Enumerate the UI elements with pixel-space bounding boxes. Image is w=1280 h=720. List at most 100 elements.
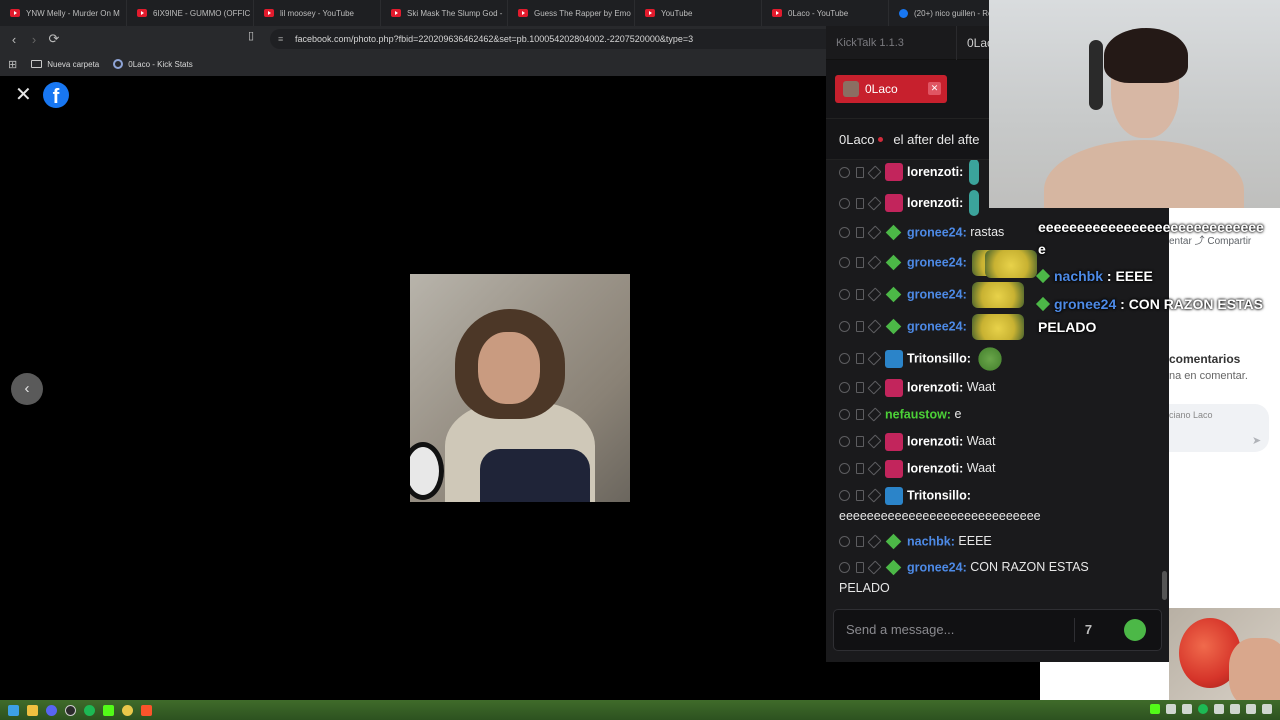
browser-tab[interactable]: YouTube xyxy=(635,0,762,26)
mod-actions[interactable] xyxy=(839,287,882,302)
previous-photo-button[interactable]: ‹ xyxy=(11,373,43,405)
url-field[interactable]: ≡ facebook.com/photo.php?fbid=22020963646… xyxy=(270,29,826,49)
bookmark-kick-stats[interactable]: 0Laco - Kick Stats xyxy=(113,59,193,69)
chat-username[interactable]: nefaustow: xyxy=(885,408,951,422)
channel-chip[interactable]: 0Laco ✕ xyxy=(835,75,947,103)
browser-tab[interactable]: Ski Mask The Slump God - xyxy=(381,0,508,26)
chat-scrollbar[interactable] xyxy=(1162,571,1167,600)
close-icon[interactable]: ✕ xyxy=(15,85,32,105)
close-icon[interactable]: ✕ xyxy=(928,82,941,95)
ban-icon[interactable] xyxy=(839,321,850,333)
kick-icon[interactable] xyxy=(103,704,114,716)
timeout-icon[interactable] xyxy=(867,407,882,422)
browser-tab[interactable]: lil moosey - YouTube xyxy=(254,0,381,26)
ban-icon[interactable] xyxy=(839,536,850,548)
kick-tray-icon[interactable] xyxy=(1150,704,1160,714)
chat-username[interactable]: Tritonsillo: xyxy=(907,352,971,366)
delete-icon[interactable] xyxy=(856,382,864,394)
timeout-icon[interactable] xyxy=(867,560,882,575)
microphone-icon[interactable] xyxy=(1214,704,1224,714)
ban-icon[interactable] xyxy=(839,289,850,301)
chat-username[interactable]: lorenzoti: xyxy=(907,435,963,449)
timeout-icon[interactable] xyxy=(867,488,882,503)
emote-picker-icon[interactable] xyxy=(1124,619,1146,641)
mod-actions[interactable] xyxy=(839,255,882,270)
chat-username[interactable]: gronee24: xyxy=(907,561,967,575)
file-explorer-icon[interactable] xyxy=(27,704,38,716)
ban-icon[interactable] xyxy=(839,353,850,365)
chat-username[interactable]: lorenzoti: xyxy=(907,381,963,395)
ban-icon[interactable] xyxy=(839,490,850,502)
channel-tab[interactable]: 0Lac xyxy=(956,26,993,60)
channel-name[interactable]: 0Laco xyxy=(839,132,884,147)
bookmark-icon[interactable]: ▯ xyxy=(248,29,254,42)
timeout-icon[interactable] xyxy=(867,287,882,302)
delete-icon[interactable] xyxy=(856,321,864,333)
spotify-icon[interactable] xyxy=(84,704,95,716)
apps-icon[interactable]: ⊞ xyxy=(8,58,17,71)
mod-actions[interactable] xyxy=(839,488,882,503)
timeout-icon[interactable] xyxy=(867,380,882,395)
timeout-icon[interactable] xyxy=(867,351,882,366)
timeout-icon[interactable] xyxy=(867,225,882,240)
timeout-icon[interactable] xyxy=(867,461,882,476)
delete-icon[interactable] xyxy=(856,490,864,502)
chat-username[interactable]: gronee24: xyxy=(907,256,967,270)
delete-icon[interactable] xyxy=(856,289,864,301)
browser-tab[interactable]: 6IX9INE - GUMMO (OFFIC xyxy=(127,0,254,26)
timeout-icon[interactable] xyxy=(867,319,882,334)
chat-username[interactable]: nachbk: xyxy=(907,535,955,549)
ban-icon[interactable] xyxy=(839,257,850,269)
browser-tab[interactable]: YNW Melly - Murder On M xyxy=(0,0,127,26)
mod-actions[interactable] xyxy=(839,380,882,395)
timeout-icon[interactable] xyxy=(867,534,882,549)
mod-actions[interactable] xyxy=(839,319,882,334)
mod-actions[interactable] xyxy=(839,461,882,476)
timeout-icon[interactable] xyxy=(867,164,882,180)
facebook-logo-icon[interactable]: f xyxy=(43,82,69,108)
reload-icon[interactable]: ⟳ xyxy=(44,29,64,49)
start-icon[interactable] xyxy=(8,704,19,716)
send-icon[interactable]: ➤ xyxy=(1252,434,1261,447)
kicktalk-logo-icon[interactable]: 7 xyxy=(1074,618,1098,642)
browser-tab[interactable]: 0Laco - YouTube xyxy=(762,0,889,26)
delete-icon[interactable] xyxy=(856,353,864,365)
timeout-icon[interactable] xyxy=(867,255,882,270)
tray-icon[interactable] xyxy=(1166,704,1176,714)
browser-tab[interactable]: Guess The Rapper by Emo xyxy=(508,0,635,26)
back-icon[interactable]: ‹ xyxy=(4,29,24,49)
delete-icon[interactable] xyxy=(856,436,864,448)
mod-actions[interactable] xyxy=(839,407,882,422)
chrome-icon[interactable] xyxy=(122,704,133,716)
ban-icon[interactable] xyxy=(839,562,850,574)
delete-icon[interactable] xyxy=(856,536,864,548)
chat-username[interactable]: lorenzoti: xyxy=(907,462,963,476)
chat-username[interactable]: Tritonsillo: xyxy=(907,489,971,503)
obs-icon[interactable] xyxy=(65,704,76,716)
forward-icon[interactable]: › xyxy=(24,29,44,49)
ban-icon[interactable] xyxy=(839,197,850,209)
chat-username[interactable]: lorenzoti: xyxy=(907,165,963,179)
ban-icon[interactable] xyxy=(839,227,850,239)
chat-username[interactable]: gronee24: xyxy=(907,288,967,302)
comment-input[interactable]: ciano Laco ➤ xyxy=(1169,404,1269,452)
tray-icon[interactable] xyxy=(1230,704,1240,714)
ban-icon[interactable] xyxy=(839,409,850,421)
bookmark-nueva-carpeta[interactable]: Nueva carpeta xyxy=(31,60,99,69)
chat-username[interactable]: lorenzoti: xyxy=(907,196,963,210)
mod-actions[interactable] xyxy=(839,434,882,449)
mod-actions[interactable] xyxy=(839,195,882,211)
delete-icon[interactable] xyxy=(856,257,864,269)
ban-icon[interactable] xyxy=(839,436,850,448)
brave-icon[interactable] xyxy=(141,704,152,716)
delete-icon[interactable] xyxy=(856,166,864,178)
delete-icon[interactable] xyxy=(856,409,864,421)
mod-actions[interactable] xyxy=(839,560,882,575)
mod-actions[interactable] xyxy=(839,225,882,240)
chat-username[interactable]: gronee24: xyxy=(907,320,967,334)
ban-icon[interactable] xyxy=(839,463,850,475)
delete-icon[interactable] xyxy=(856,463,864,475)
chat-username[interactable]: gronee24: xyxy=(907,226,967,240)
timeout-icon[interactable] xyxy=(867,195,882,211)
ban-icon[interactable] xyxy=(839,382,850,394)
